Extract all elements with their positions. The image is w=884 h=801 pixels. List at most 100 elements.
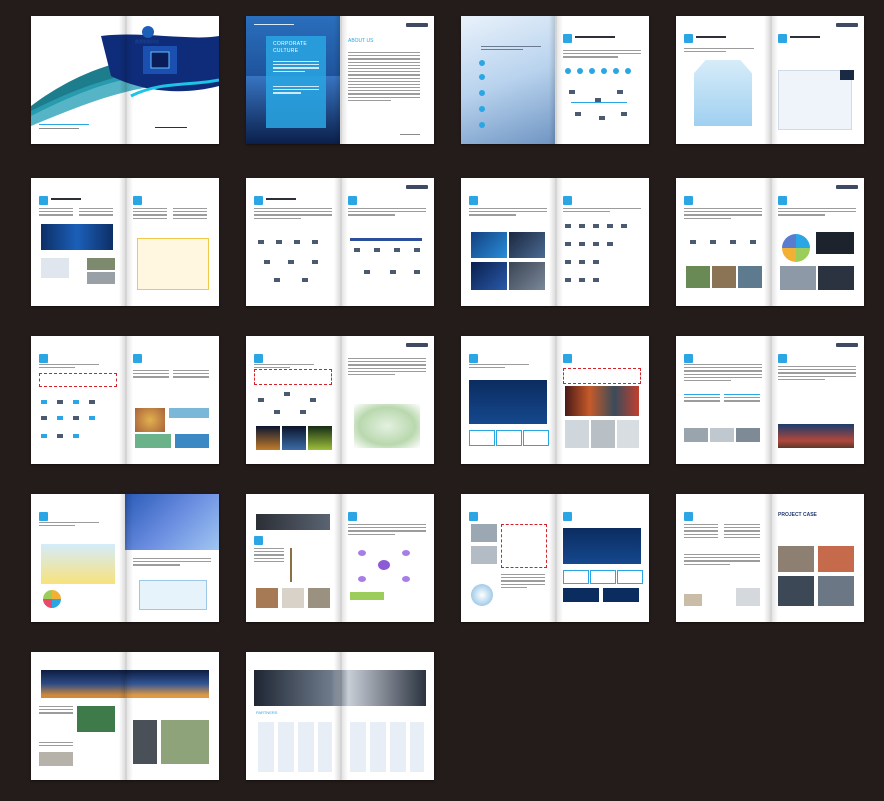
- mindmap-node: [358, 550, 366, 556]
- diagram-page: [555, 16, 649, 144]
- spread-platform: [31, 494, 219, 622]
- ring-diagram: [782, 234, 810, 262]
- services-page: [461, 16, 555, 144]
- service-icon: [479, 122, 485, 128]
- team-photo: [471, 524, 497, 542]
- section-text: [39, 742, 73, 748]
- section-number-badge: [563, 34, 572, 43]
- feature-icon: [589, 68, 595, 74]
- mindmap-center: [378, 560, 390, 570]
- datacenter-photo: [738, 266, 762, 288]
- brand-logo-icon: [836, 185, 858, 189]
- section-number-badge: [133, 196, 142, 205]
- highlight-box: [39, 373, 117, 387]
- highlight-box: [254, 369, 332, 385]
- support-graphic: [471, 584, 493, 606]
- culture-title-line2: CULTURE: [273, 48, 299, 54]
- server-rack-photo: [780, 266, 816, 290]
- monitoring-page: [31, 178, 125, 306]
- case-thumb: [684, 594, 702, 606]
- section-number-badge: [563, 196, 572, 205]
- platform-page: [31, 494, 125, 622]
- layout-page: [770, 16, 864, 144]
- section-number-badge: [684, 196, 693, 205]
- brand-logo-icon: [406, 185, 428, 189]
- app-photo: [169, 408, 209, 418]
- section-text: [254, 208, 332, 221]
- equipment-photo: [87, 272, 115, 284]
- about-text: [348, 52, 420, 103]
- city-night-photo: [282, 426, 306, 450]
- datacenter-page: [676, 178, 770, 306]
- section-text: [684, 208, 762, 221]
- operations-page: [461, 494, 555, 622]
- city-case-page-2: [125, 652, 219, 780]
- control-room-page: [676, 336, 770, 464]
- city-night-photo: [41, 670, 125, 698]
- case-photo: [77, 706, 115, 732]
- city-case-page: [31, 652, 125, 780]
- section-number-badge: [39, 196, 48, 205]
- section-number-badge: [563, 354, 572, 363]
- case-title: PROJECT CASE: [778, 512, 817, 518]
- dashboard-page: [461, 336, 555, 464]
- feature-icon: [625, 68, 631, 74]
- devices-page: [125, 178, 219, 306]
- showroom-photo: [565, 420, 589, 448]
- culture-text: [273, 86, 319, 96]
- equipment-photo: [87, 258, 115, 270]
- culture-top-line: [254, 24, 294, 25]
- office-photo: [256, 514, 330, 530]
- feature-icon: [577, 68, 583, 74]
- spread-operations: [461, 494, 649, 622]
- info-card: [563, 570, 589, 584]
- feature-list: [724, 394, 760, 404]
- section-text: [778, 366, 856, 382]
- spread-cover: 鼎鼎智能科技: [31, 16, 219, 144]
- equipment-photo: [41, 258, 69, 278]
- section-text: [173, 370, 209, 380]
- culture-title-line1: CORPORATE: [273, 41, 307, 47]
- control-room-photo: [710, 428, 734, 442]
- section-text: [684, 524, 718, 540]
- control-screen-photo: [41, 224, 113, 250]
- showroom-photo: [565, 386, 639, 416]
- mindmap-node: [402, 550, 410, 556]
- architecture-page: [676, 16, 770, 144]
- command-center-page: [770, 336, 864, 464]
- section-number-badge: [254, 354, 263, 363]
- partner-logo-grid: [348, 722, 424, 772]
- feature-icon: [613, 68, 619, 74]
- app-photo: [135, 408, 165, 432]
- section-title-bar: [266, 198, 296, 200]
- section-number-badge: [563, 512, 572, 521]
- spread-services: [461, 16, 649, 144]
- showroom-page: [555, 336, 649, 464]
- product-photo: [308, 588, 330, 608]
- display-wall-photo: [509, 232, 545, 258]
- section-text: [133, 370, 169, 380]
- project-case-page: PROJECT CASE: [770, 494, 864, 622]
- team-photo: [471, 546, 497, 564]
- spread-displays: [461, 178, 649, 306]
- server-rack-photo: [818, 266, 854, 290]
- section-text: [563, 50, 641, 60]
- server-rack-photo: [816, 232, 854, 254]
- brand-logo-icon: [142, 26, 154, 38]
- feature-list: [684, 394, 720, 404]
- service-icon: [479, 60, 485, 66]
- app-photo: [135, 434, 171, 448]
- spread-cases: PROJECT CASE: [676, 494, 864, 622]
- info-card: [469, 430, 495, 446]
- section-text: [39, 208, 73, 218]
- section-number-badge: [684, 354, 693, 363]
- mindmap-node: [402, 576, 410, 582]
- section-text: [39, 522, 99, 528]
- display-wall-photo: [471, 262, 507, 290]
- service-icon: [479, 74, 485, 80]
- diagram-line: [571, 102, 627, 103]
- service-icon: [479, 90, 485, 96]
- section-text: [724, 524, 760, 540]
- screen-photo: [840, 70, 854, 80]
- section-text: [348, 358, 426, 377]
